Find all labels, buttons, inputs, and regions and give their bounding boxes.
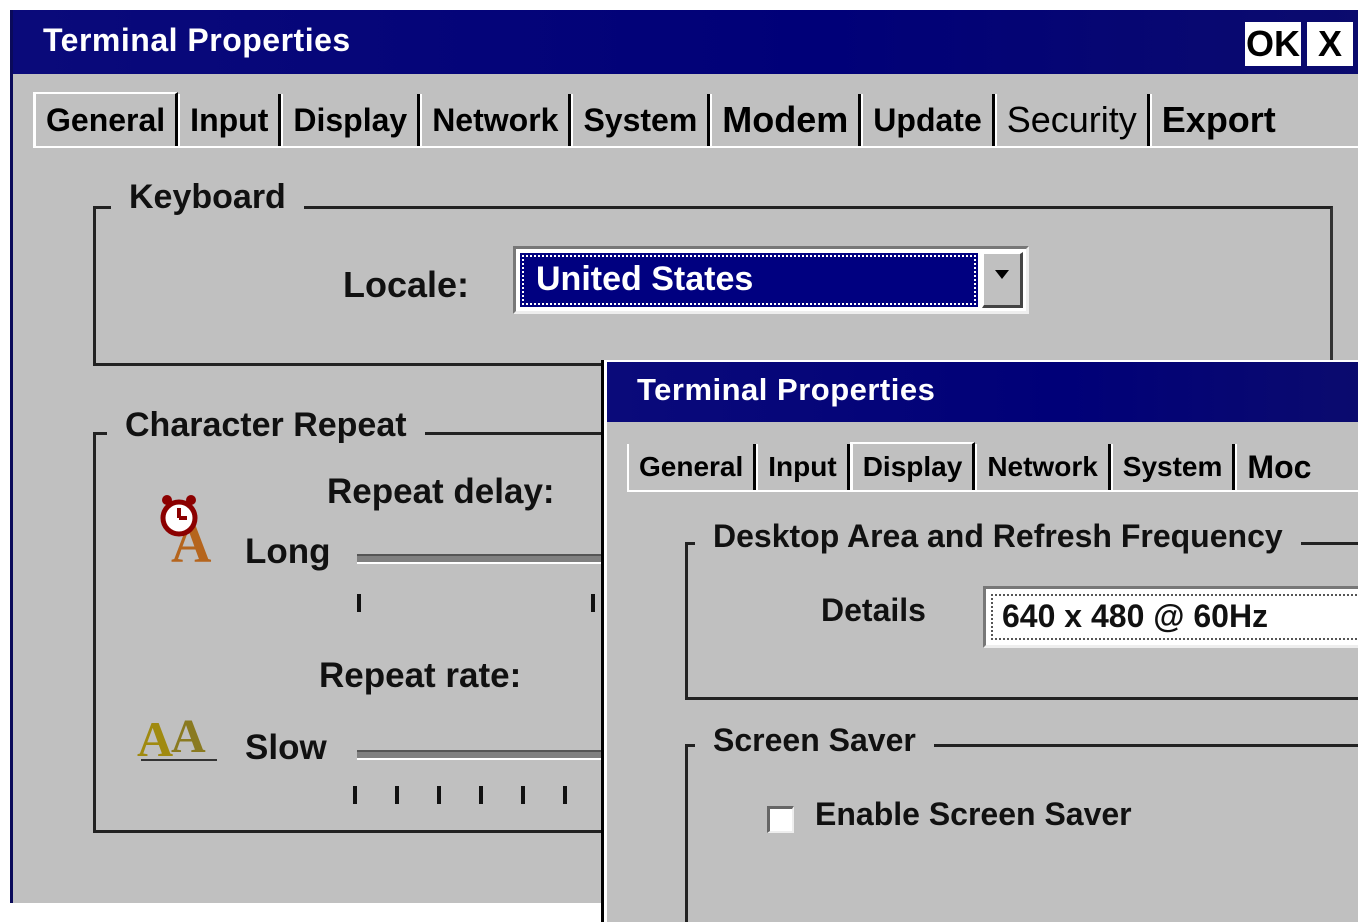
chevron-down-icon[interactable] bbox=[982, 252, 1023, 308]
tab-network[interactable]: Network bbox=[420, 94, 572, 146]
svg-text:A: A bbox=[137, 711, 173, 766]
rate-tick bbox=[395, 786, 399, 804]
terminal-properties-display-window: Terminal Properties General Input Displa… bbox=[604, 360, 1358, 922]
tab-general[interactable]: General bbox=[627, 444, 757, 490]
repeat-delay-label: Repeat delay: bbox=[327, 472, 555, 511]
details-dropdown[interactable]: 640 x 480 @ 60Hz bbox=[983, 586, 1358, 648]
keyboard-group-label: Keyboard bbox=[111, 178, 304, 217]
repeat-rate-label: Repeat rate: bbox=[319, 656, 522, 695]
rate-tick bbox=[521, 786, 525, 804]
locale-selected-value: United States bbox=[520, 253, 978, 307]
tab-input[interactable]: Input bbox=[178, 94, 282, 146]
rate-tick bbox=[563, 786, 567, 804]
tab-update[interactable]: Update bbox=[861, 94, 995, 146]
tab-display[interactable]: Display bbox=[281, 94, 421, 146]
rate-tick bbox=[479, 786, 483, 804]
tab-display[interactable]: Display bbox=[849, 442, 976, 490]
screen-saver-group-label: Screen Saver bbox=[695, 722, 934, 759]
tab-strip: General Input Display Network System Moc bbox=[607, 440, 1358, 490]
rate-tick bbox=[437, 786, 441, 804]
ok-button[interactable]: OK bbox=[1245, 22, 1301, 66]
tab-panel-edge bbox=[627, 490, 1358, 492]
enable-screen-saver-checkbox[interactable] bbox=[767, 806, 794, 833]
repeat-delay-slider[interactable] bbox=[357, 554, 617, 564]
screen-saver-group bbox=[685, 744, 1358, 922]
window-title: Terminal Properties bbox=[637, 372, 936, 407]
window-title: Terminal Properties bbox=[43, 22, 351, 58]
tab-modem[interactable]: Moc bbox=[1235, 444, 1321, 490]
tab-system[interactable]: System bbox=[571, 94, 711, 146]
enable-screen-saver-label[interactable]: Enable Screen Saver bbox=[815, 796, 1132, 833]
details-selected-value: 640 x 480 @ 60Hz bbox=[990, 593, 1358, 641]
repeat-rate-slider[interactable] bbox=[357, 750, 617, 760]
tab-export[interactable]: Export bbox=[1149, 94, 1286, 146]
tab-system[interactable]: System bbox=[1110, 444, 1236, 490]
locale-label: Locale: bbox=[343, 264, 470, 305]
tab-input[interactable]: Input bbox=[756, 444, 850, 490]
title-bar[interactable]: Terminal Properties OK X bbox=[13, 10, 1358, 74]
tab-general[interactable]: General bbox=[33, 92, 179, 146]
details-label: Details bbox=[821, 592, 926, 628]
tab-strip: General Input Display Network System Mod… bbox=[13, 90, 1358, 146]
locale-dropdown[interactable]: United States bbox=[513, 246, 1029, 314]
rate-tick bbox=[353, 786, 357, 804]
tab-modem[interactable]: Modem bbox=[710, 94, 862, 146]
title-bar[interactable]: Terminal Properties bbox=[607, 362, 1358, 422]
slow-label: Slow bbox=[245, 728, 327, 767]
desktop-area-group-label: Desktop Area and Refresh Frequency bbox=[695, 518, 1301, 555]
character-repeat-group-label: Character Repeat bbox=[107, 406, 425, 445]
long-label: Long bbox=[245, 532, 331, 571]
delay-tick bbox=[591, 594, 595, 612]
tab-panel-edge bbox=[33, 146, 1358, 148]
svg-text:A: A bbox=[171, 710, 206, 763]
tab-security[interactable]: Security bbox=[994, 94, 1150, 146]
tab-network[interactable]: Network bbox=[975, 444, 1111, 490]
font-aa-icon: A A bbox=[137, 708, 221, 767]
close-button[interactable]: X bbox=[1307, 22, 1353, 66]
alarm-clock-icon: A bbox=[153, 488, 225, 575]
delay-tick bbox=[357, 594, 361, 612]
